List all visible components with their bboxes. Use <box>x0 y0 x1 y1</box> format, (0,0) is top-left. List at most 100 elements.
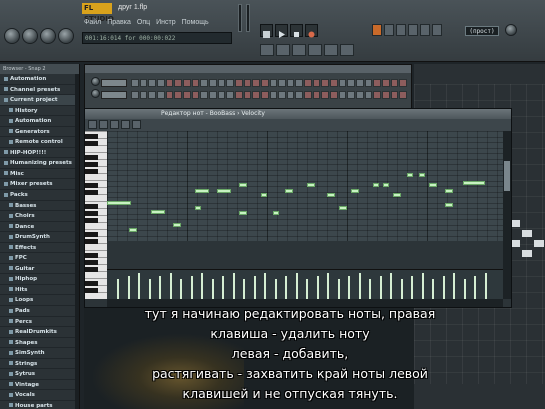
master-volume-knob[interactable] <box>4 28 20 44</box>
zoom-tool-icon[interactable] <box>132 120 141 129</box>
piano-roll-note[interactable] <box>463 181 485 185</box>
piano-roll-note[interactable] <box>445 189 453 193</box>
browser-item[interactable]: Packs <box>0 190 79 201</box>
velocity-bar[interactable] <box>442 276 445 299</box>
step-button[interactable] <box>382 91 390 99</box>
channel-name-1[interactable] <box>101 79 127 87</box>
black-key[interactable] <box>85 204 98 209</box>
browser-item[interactable]: Pads <box>0 306 79 317</box>
piano-roll-note[interactable] <box>151 210 165 214</box>
step-button[interactable] <box>390 91 399 99</box>
black-key[interactable] <box>85 134 98 139</box>
browser-item[interactable]: RealDrumkits <box>0 327 79 338</box>
velocity-bar[interactable] <box>390 273 392 299</box>
velocity-bar[interactable] <box>127 276 130 299</box>
piano-roll-title[interactable]: Редактор нот - BooBass › Velocity <box>85 109 511 119</box>
metronome-button[interactable] <box>384 24 394 36</box>
browser-item[interactable]: Automation <box>0 74 79 85</box>
white-key[interactable] <box>85 201 107 202</box>
tempo-knob[interactable] <box>505 24 517 36</box>
velocity-bar[interactable] <box>453 273 455 299</box>
piano-keyboard[interactable] <box>85 131 107 299</box>
step-button[interactable] <box>295 79 304 87</box>
playlist-pattern-block[interactable] <box>522 230 532 237</box>
step-button[interactable] <box>295 91 304 99</box>
black-key[interactable] <box>85 141 98 146</box>
wait-button[interactable] <box>396 24 406 36</box>
step-button[interactable] <box>312 91 321 99</box>
velocity-bar[interactable] <box>148 279 151 299</box>
piano-roll-note[interactable] <box>129 228 137 232</box>
step-button[interactable] <box>399 91 407 99</box>
velocity-bar[interactable] <box>411 276 413 299</box>
brush-tool-icon[interactable] <box>99 120 108 129</box>
main-volume-slider[interactable] <box>238 4 242 32</box>
pattern-knob[interactable] <box>40 28 56 44</box>
velocity-bar[interactable] <box>180 279 182 299</box>
browser-item[interactable]: Hits <box>0 285 79 296</box>
black-key[interactable] <box>85 253 98 258</box>
piano-roll-note[interactable] <box>239 183 247 187</box>
pencil-tool-icon[interactable] <box>88 120 97 129</box>
velocity-bar[interactable] <box>117 279 119 299</box>
scroll-thumb[interactable] <box>504 161 510 191</box>
browser-item[interactable]: Strings <box>0 359 79 370</box>
velocity-bar[interactable] <box>243 279 245 299</box>
velocity-bar[interactable] <box>400 279 403 299</box>
step-button[interactable] <box>390 79 399 87</box>
black-key[interactable] <box>85 169 98 174</box>
piano-roll-note[interactable] <box>285 189 293 193</box>
step-button[interactable] <box>373 79 382 87</box>
step-button[interactable] <box>312 79 321 87</box>
velocity-bar[interactable] <box>211 279 214 299</box>
master-pitch-knob[interactable] <box>22 28 38 44</box>
step-button[interactable] <box>347 79 356 87</box>
step-button[interactable] <box>286 91 295 99</box>
velocity-bar[interactable] <box>138 273 140 299</box>
white-key[interactable] <box>85 229 107 230</box>
step-button[interactable] <box>278 79 286 87</box>
step-button[interactable] <box>330 91 338 99</box>
step-button[interactable] <box>200 91 208 99</box>
step-button[interactable] <box>286 79 295 87</box>
velocity-bar[interactable] <box>369 279 371 299</box>
step-button[interactable] <box>304 79 312 87</box>
piano-roll-note[interactable] <box>393 193 401 197</box>
piano-roll-note[interactable] <box>307 183 315 187</box>
step-button[interactable] <box>234 91 243 99</box>
record-button[interactable] <box>305 24 318 38</box>
countdown-button[interactable] <box>408 24 418 36</box>
note-grid[interactable] <box>107 131 503 241</box>
black-key[interactable] <box>85 288 98 293</box>
black-key[interactable] <box>85 232 98 237</box>
step-button[interactable] <box>278 91 286 99</box>
step-button[interactable] <box>208 91 217 99</box>
piano-roll-note[interactable] <box>327 193 335 197</box>
browser-item[interactable]: Choirs <box>0 211 79 222</box>
step-button[interactable] <box>338 79 347 87</box>
velocity-bar[interactable] <box>285 276 287 299</box>
stop-button[interactable] <box>290 24 303 37</box>
pattern-song-toggle[interactable] <box>260 24 273 38</box>
white-key[interactable] <box>85 152 107 153</box>
song-mode-knob[interactable] <box>58 28 74 44</box>
main-pitch-slider[interactable] <box>246 4 250 32</box>
velocity-bar[interactable] <box>474 276 476 299</box>
piano-roll-note[interactable] <box>195 206 201 210</box>
browser-item[interactable]: Misc <box>0 169 79 180</box>
browser-item[interactable]: Remote control <box>0 137 79 148</box>
piano-roll-note[interactable] <box>383 183 389 187</box>
browser-item[interactable]: Loops <box>0 295 79 307</box>
browser-item[interactable]: Basses <box>0 201 79 212</box>
velocity-bar[interactable] <box>169 273 172 299</box>
step-button[interactable] <box>321 91 330 99</box>
black-key[interactable] <box>85 239 98 244</box>
select-tool-icon[interactable] <box>121 120 130 129</box>
step-button[interactable] <box>139 91 148 99</box>
velocity-bar[interactable] <box>327 273 329 299</box>
velocity-lane[interactable] <box>107 269 503 299</box>
browser-item[interactable]: Humanizing presets <box>0 158 79 169</box>
browser-item[interactable]: Vocals <box>0 390 79 401</box>
black-key[interactable] <box>85 211 98 216</box>
velocity-bar[interactable] <box>295 273 298 299</box>
